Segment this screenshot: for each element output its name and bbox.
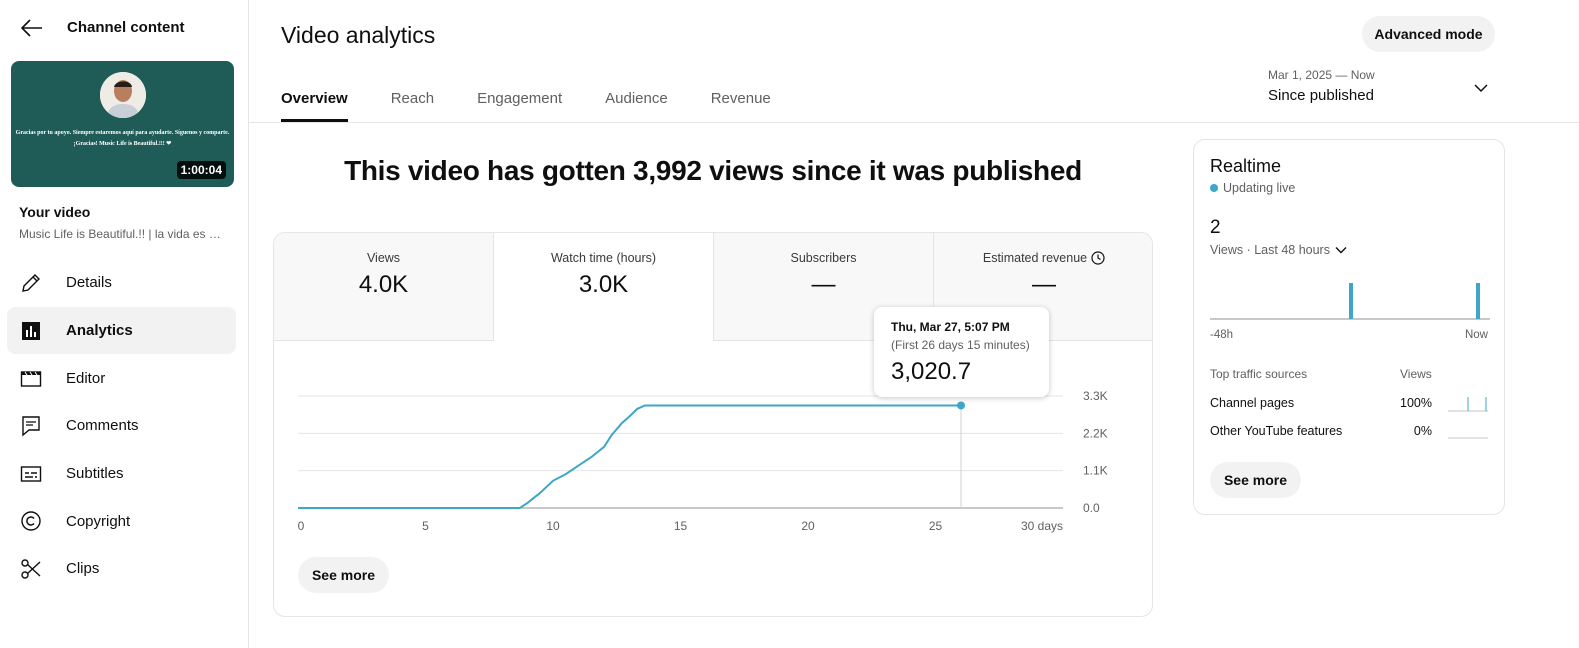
realtime-metric-label: Views · Last 48 hours bbox=[1210, 243, 1330, 257]
traffic-views-header: Views bbox=[1400, 367, 1432, 381]
sidebar-item-details[interactable]: Details bbox=[7, 259, 236, 307]
tab-revenue[interactable]: Revenue bbox=[711, 78, 771, 122]
realtime-status-text: Updating live bbox=[1223, 181, 1296, 195]
sidebar-item-label: Subtitles bbox=[66, 465, 124, 483]
metric-value: 4.0K bbox=[358, 271, 409, 298]
traffic-sparkline bbox=[1448, 437, 1488, 439]
tab-engagement[interactable]: Engagement bbox=[477, 78, 562, 122]
realtime-see-more-button[interactable]: See more bbox=[1210, 462, 1301, 498]
sidebar-item-subtitles[interactable]: Subtitles bbox=[7, 450, 236, 498]
live-dot-icon bbox=[1210, 184, 1218, 192]
tab-reach[interactable]: Reach bbox=[391, 78, 434, 122]
metric-value: — bbox=[811, 271, 836, 298]
realtime-bar bbox=[1476, 283, 1480, 319]
sidebar-item-analytics[interactable]: Analytics bbox=[7, 306, 236, 355]
traffic-source-row: Channel pages 100% bbox=[1210, 396, 1490, 414]
overview-card: Views 4.0K Watch time (hours) 3.0K Subsc… bbox=[273, 232, 1153, 617]
realtime-bar bbox=[1349, 283, 1353, 319]
metric-value: 3.0K bbox=[578, 271, 629, 298]
traffic-source-pct: 100% bbox=[1400, 396, 1432, 410]
copyright-icon bbox=[20, 510, 42, 532]
traffic-source-name: Other YouTube features bbox=[1210, 424, 1343, 438]
metric-label: Subscribers bbox=[790, 251, 857, 265]
sidebar-item-label: Editor bbox=[66, 369, 106, 387]
tabs-divider bbox=[249, 122, 1579, 123]
video-duration: 1:00:04 bbox=[176, 161, 226, 179]
see-more-button[interactable]: See more bbox=[298, 557, 389, 593]
sidebar-nav: Details Analytics Editor Comments Subtit… bbox=[7, 259, 236, 593]
realtime-card: Realtime Updating live 2 Views · Last 48… bbox=[1193, 139, 1505, 515]
traffic-source-name: Channel pages bbox=[1210, 396, 1295, 410]
thumbnail-caption: Gracias por tu apoyo. Siempre estaremos … bbox=[15, 130, 230, 147]
metric-label-text: Estimated revenue bbox=[982, 251, 1088, 265]
sidebar-item-copyright[interactable]: Copyright bbox=[7, 497, 236, 545]
arrow-left-icon bbox=[21, 19, 42, 37]
scissors-icon bbox=[20, 558, 42, 580]
chevron-down-icon bbox=[1335, 247, 1347, 254]
chart-tooltip: Thu, Mar 27, 5:07 PM (First 26 days 15 m… bbox=[874, 307, 1049, 397]
sidebar-item-label: Copyright bbox=[66, 512, 131, 530]
metric-views[interactable]: Views 4.0K bbox=[274, 233, 494, 341]
clapperboard-icon bbox=[20, 367, 42, 389]
sidebar-item-label: Comments bbox=[66, 417, 139, 435]
realtime-bar-chart bbox=[1210, 283, 1490, 320]
realtime-metric-dropdown[interactable]: Views · Last 48 hours bbox=[1210, 243, 1348, 257]
traffic-source-pct: 0% bbox=[1413, 424, 1432, 438]
date-range-value: Since published bbox=[1268, 87, 1374, 104]
page-title: Video analytics bbox=[281, 22, 436, 48]
traffic-sparkline bbox=[1448, 397, 1488, 412]
realtime-axis-end: Now bbox=[1464, 329, 1488, 341]
date-range-picker[interactable]: Mar 1, 2025 — Now Since published bbox=[1268, 66, 1496, 110]
traffic-sources-header: Top traffic sources bbox=[1210, 367, 1308, 381]
comment-icon bbox=[20, 415, 42, 437]
metric-value: — bbox=[1032, 271, 1056, 298]
tooltip-value: 3,020.7 bbox=[891, 358, 972, 385]
metric-label: Views bbox=[366, 251, 401, 265]
sidebar-item-comments[interactable]: Comments bbox=[7, 402, 236, 450]
video-title: Music Life is Beautiful.!! | la vida es … bbox=[19, 227, 221, 241]
views-headline: This video has gotten 3,992 views since … bbox=[344, 155, 1082, 186]
tab-audience[interactable]: Audience bbox=[605, 78, 668, 122]
sidebar-item-clips[interactable]: Clips bbox=[7, 545, 236, 593]
realtime-count: 2 bbox=[1210, 217, 1221, 238]
advanced-mode-button[interactable]: Advanced mode bbox=[1362, 16, 1495, 52]
tab-overview[interactable]: Overview bbox=[281, 78, 348, 122]
thumbnail-avatar bbox=[100, 72, 146, 118]
back-button[interactable] bbox=[18, 16, 46, 40]
clock-icon bbox=[1091, 251, 1105, 265]
subtitles-icon bbox=[20, 463, 42, 485]
tab-bar: Overview Reach Engagement Audience Reven… bbox=[281, 78, 814, 122]
your-video-label: Your video bbox=[19, 204, 91, 220]
sidebar-item-label: Clips bbox=[66, 560, 100, 578]
sidebar: Channel content Gracias por tu apoyo. Si… bbox=[0, 0, 249, 648]
traffic-source-row: Other YouTube features 0% bbox=[1210, 424, 1490, 442]
tooltip-date: Thu, Mar 27, 5:07 PM bbox=[891, 320, 1010, 334]
pencil-icon bbox=[20, 272, 42, 294]
date-range-text: Mar 1, 2025 — Now bbox=[1268, 68, 1375, 82]
tooltip-subtitle: (First 26 days 15 minutes) bbox=[891, 338, 1030, 352]
sidebar-item-editor[interactable]: Editor bbox=[7, 354, 236, 402]
realtime-title: Realtime bbox=[1210, 156, 1282, 176]
realtime-status: Updating live bbox=[1210, 181, 1295, 195]
metric-watch-time[interactable]: Watch time (hours) 3.0K bbox=[494, 233, 714, 341]
sidebar-title: Channel content bbox=[67, 19, 185, 36]
video-thumbnail[interactable]: Gracias por tu apoyo. Siempre estaremos … bbox=[11, 61, 234, 187]
chevron-down-icon bbox=[1474, 84, 1488, 93]
realtime-axis-start: -48h bbox=[1210, 329, 1234, 341]
sidebar-item-label: Analytics bbox=[66, 322, 133, 340]
metric-label: Estimated revenue bbox=[934, 251, 1152, 265]
analytics-icon bbox=[20, 320, 42, 342]
sidebar-item-label: Details bbox=[66, 274, 112, 292]
metric-label: Watch time (hours) bbox=[550, 251, 657, 265]
